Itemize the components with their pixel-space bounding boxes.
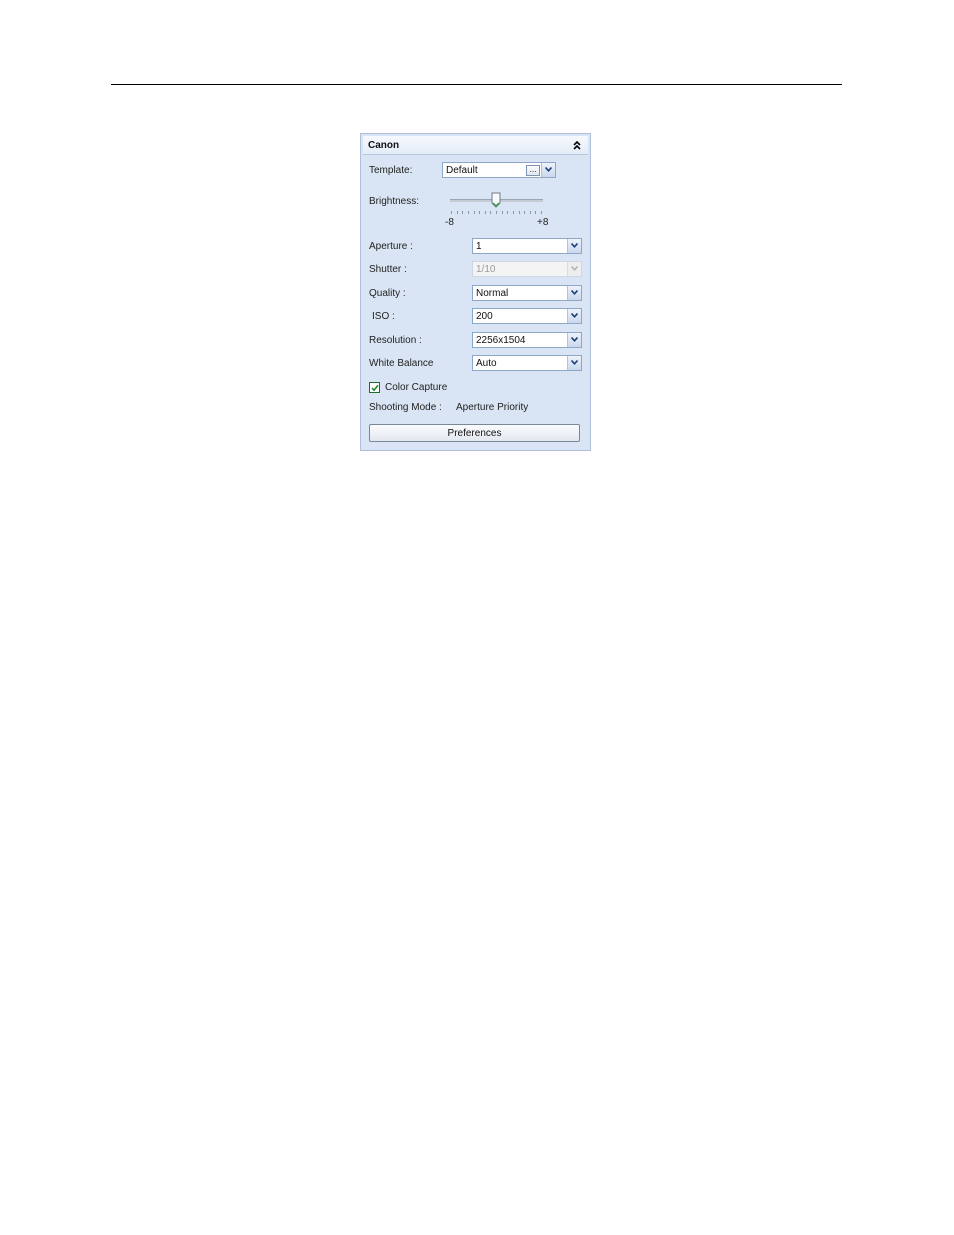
preferences-button[interactable]: Preferences — [369, 424, 580, 442]
brightness-tick — [535, 211, 537, 214]
quality-dropdown[interactable]: Normal — [472, 285, 582, 301]
template-browse-button[interactable]: ... — [526, 165, 540, 176]
resolution-value: 2256x1504 — [476, 335, 526, 346]
chevron-down-icon — [571, 360, 578, 365]
chevron-down-icon — [571, 290, 578, 295]
iso-value: 200 — [476, 311, 493, 322]
iso-dropdown-arrow[interactable] — [567, 309, 581, 323]
shutter-label: Shutter : — [369, 264, 407, 275]
quality-label: Quality : — [369, 288, 406, 299]
template-label: Template: — [369, 165, 413, 176]
chevron-down-icon — [571, 313, 578, 318]
brightness-tick — [501, 211, 503, 214]
aperture-label: Aperture : — [369, 241, 413, 252]
brightness-tick — [512, 211, 514, 214]
color-capture-label[interactable]: Color Capture — [385, 382, 447, 393]
brightness-tick — [456, 211, 458, 214]
white-balance-label: White Balance — [369, 358, 434, 369]
brightness-tick — [541, 211, 542, 214]
brightness-tick — [529, 211, 531, 214]
aperture-dropdown-arrow[interactable] — [567, 239, 581, 253]
white-balance-dropdown-arrow[interactable] — [567, 356, 581, 370]
resolution-label: Resolution : — [369, 335, 422, 346]
quality-dropdown-arrow[interactable] — [567, 286, 581, 300]
aperture-value: 1 — [476, 241, 482, 252]
chevron-down-icon — [545, 167, 552, 172]
brightness-tick — [462, 211, 464, 214]
brightness-tick — [467, 211, 469, 214]
checkmark-icon — [371, 384, 379, 392]
aperture-dropdown[interactable]: 1 — [472, 238, 582, 254]
color-capture-checkbox[interactable] — [369, 382, 380, 393]
shutter-dropdown-arrow — [567, 262, 581, 276]
template-value: Default — [446, 165, 478, 176]
iso-label: ISO : — [372, 311, 395, 322]
white-balance-dropdown[interactable]: Auto — [472, 355, 582, 371]
panel-title: Canon — [368, 140, 400, 151]
brightness-tick — [524, 211, 526, 214]
brightness-tick — [451, 211, 452, 214]
brightness-tick — [490, 211, 492, 214]
white-balance-value: Auto — [476, 358, 497, 369]
brightness-max-label: +8 — [537, 217, 549, 228]
shooting-mode-label: Shooting Mode : — [369, 402, 442, 413]
template-dropdown-arrow[interactable] — [541, 163, 555, 177]
brightness-slider-thumb[interactable] — [491, 192, 501, 208]
shutter-value: 1/10 — [476, 264, 496, 275]
brightness-tick — [473, 211, 475, 214]
resolution-dropdown-arrow[interactable] — [567, 333, 581, 347]
chevron-down-icon — [571, 243, 578, 248]
panel-header[interactable]: Canon — [363, 136, 588, 155]
brightness-tick — [496, 211, 497, 214]
shooting-mode-value: Aperture Priority — [456, 402, 529, 413]
double-chevron-up-icon[interactable] — [572, 139, 582, 151]
brightness-tick — [518, 211, 520, 214]
chevron-down-icon — [571, 337, 578, 342]
brightness-label: Brightness: — [369, 196, 420, 207]
brightness-tick — [484, 211, 486, 214]
iso-dropdown[interactable]: 200 — [472, 308, 582, 324]
brightness-tick — [507, 211, 509, 214]
brightness-tick — [479, 211, 481, 214]
brightness-min-label: -8 — [445, 217, 454, 228]
chevron-down-icon — [571, 266, 578, 271]
resolution-dropdown[interactable]: 2256x1504 — [472, 332, 582, 348]
quality-value: Normal — [476, 288, 509, 299]
page-top-rule — [111, 84, 842, 85]
shutter-dropdown: 1/10 — [472, 261, 582, 277]
